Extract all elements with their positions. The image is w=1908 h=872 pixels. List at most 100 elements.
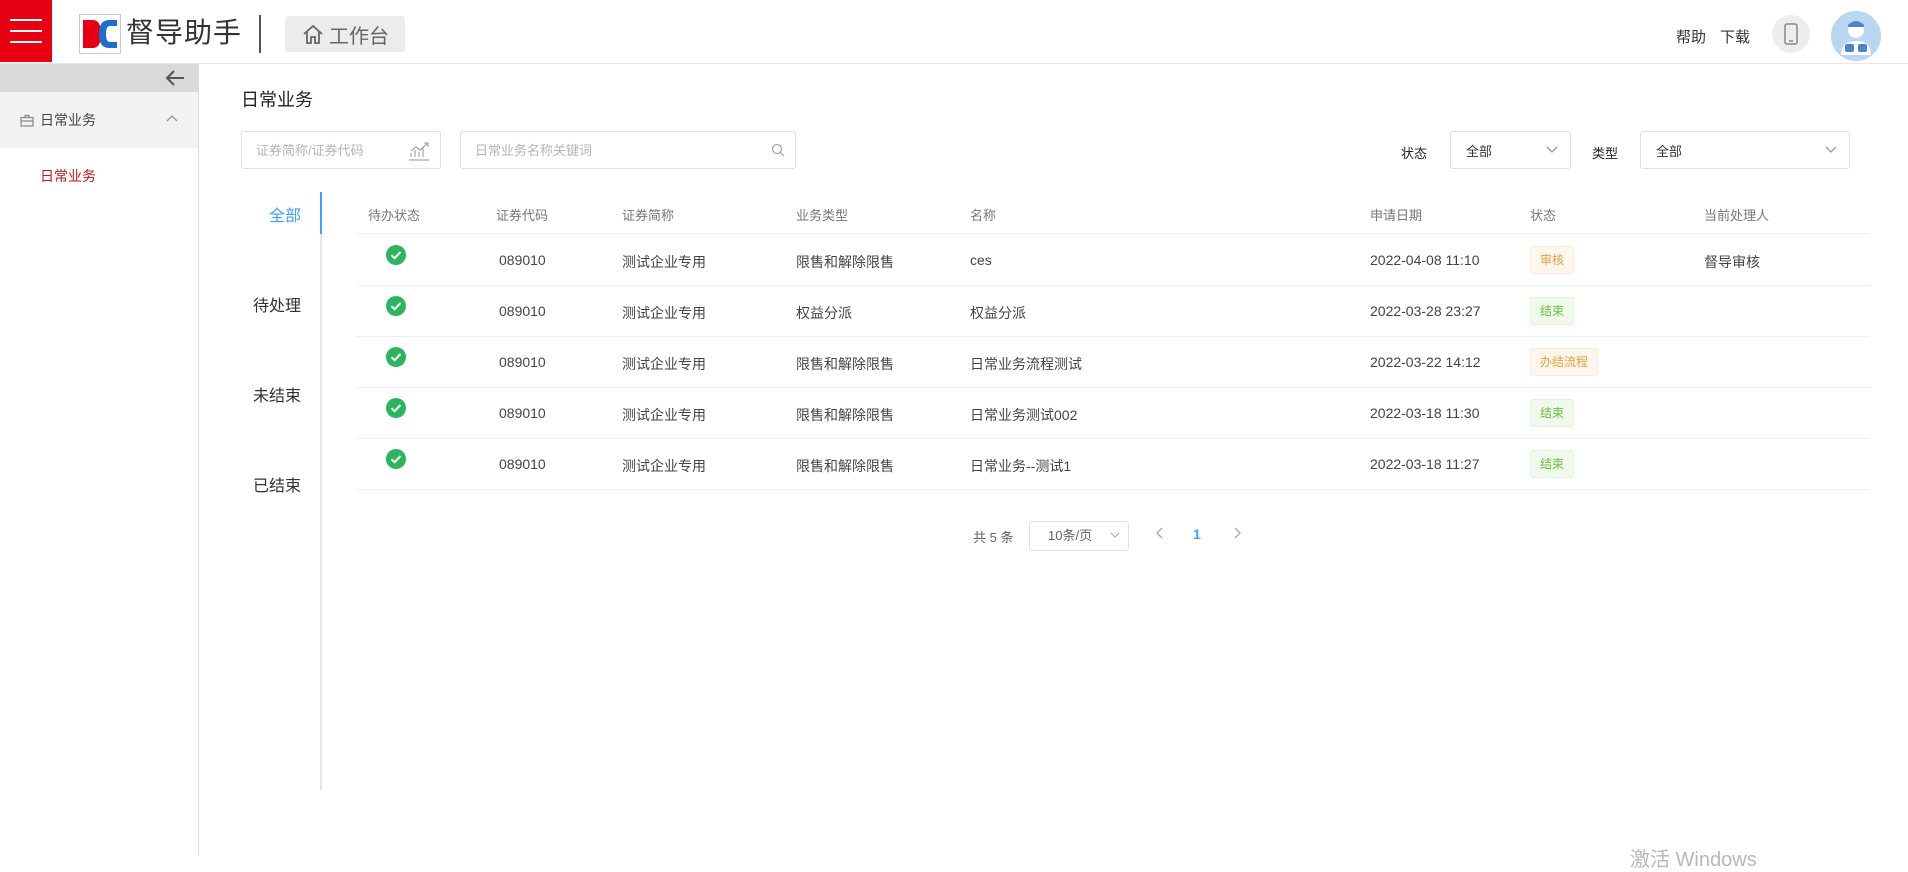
cell-name[interactable]: 日常业务流程测试	[970, 354, 1082, 374]
cell-apply-date: 2022-03-18 11:30	[1370, 405, 1480, 421]
sidebar-item-daily-business[interactable]: 日常业务	[40, 166, 96, 186]
column-header-name[interactable]: 名称	[970, 205, 996, 224]
table-row[interactable]: 089010 测试企业专用 限售和解除限售 日常业务测试002 2022-03-…	[356, 387, 1870, 439]
mobile-button[interactable]	[1772, 15, 1810, 53]
mobile-phone-icon	[1784, 23, 1798, 45]
column-header-status[interactable]: 状态	[1530, 205, 1556, 224]
cell-security-name: 测试企业专用	[622, 356, 706, 372]
column-header-security-code[interactable]: 证券代码	[496, 205, 548, 224]
workbench-button[interactable]: 工作台	[285, 16, 405, 52]
briefcase-icon	[20, 114, 34, 127]
page-size-select[interactable]: 10条/页	[1029, 521, 1129, 551]
menu-line	[10, 30, 42, 32]
check-circle-icon	[386, 398, 406, 418]
cell-apply-date: 2022-03-28 23:27	[1370, 303, 1481, 319]
prev-page-icon[interactable]	[1155, 526, 1165, 540]
column-header-business-type[interactable]: 业务类型	[796, 205, 848, 224]
chevron-up-icon	[166, 115, 178, 122]
table-row[interactable]: 089010 测试企业专用 限售和解除限售 日常业务--测试1 2022-03-…	[356, 438, 1870, 490]
business-name-search-input[interactable]	[461, 132, 795, 168]
cell-security-code: 089010	[499, 456, 546, 472]
check-circle-icon	[386, 449, 406, 469]
table-row[interactable]: 089010 测试企业专用 权益分派 权益分派 2022-03-28 23:27…	[356, 285, 1870, 337]
column-header-security-name[interactable]: 证券简称	[622, 205, 674, 224]
status-badge: 审核	[1530, 246, 1575, 274]
chevron-down-icon	[1110, 532, 1120, 538]
windows-activation-watermark: 激活 Windows	[1630, 849, 1757, 871]
user-avatar-icon	[1831, 11, 1881, 61]
arrow-left-icon[interactable]	[164, 68, 186, 88]
status-filter-label: 状态	[1401, 146, 1428, 161]
chevron-down-icon	[1825, 146, 1837, 153]
cell-business-type: 限售和解除限售	[796, 458, 894, 474]
cell-name[interactable]: 日常业务测试002	[970, 405, 1077, 425]
tabs-divider	[320, 192, 322, 790]
security-search-field[interactable]	[241, 131, 441, 169]
cell-name[interactable]: 权益分派	[970, 303, 1026, 323]
top-header: 督导助手 工作台 帮助 下载	[0, 0, 1908, 64]
cell-business-type: 限售和解除限售	[796, 254, 894, 270]
search-icon[interactable]	[771, 143, 785, 157]
cell-apply-date: 2022-03-22 14:12	[1370, 354, 1481, 370]
menu-toggle-button[interactable]	[0, 0, 52, 62]
page-size-value: 10条/页	[1048, 528, 1093, 543]
status-badge: 结束	[1530, 297, 1575, 325]
sidebar-collapse-bar[interactable]	[0, 64, 198, 92]
cell-security-name: 测试企业专用	[622, 254, 706, 270]
type-filter-value: 全部	[1656, 143, 1683, 159]
home-icon	[303, 24, 323, 44]
sidebar-group-daily-business[interactable]: 日常业务	[0, 92, 198, 148]
page-title: 日常业务	[241, 90, 313, 110]
app-logo-icon	[79, 14, 121, 54]
column-header-apply-date[interactable]: 申请日期	[1370, 205, 1422, 224]
cell-business-type: 限售和解除限售	[796, 407, 894, 423]
type-filter-label: 类型	[1592, 146, 1619, 161]
cell-security-code: 089010	[499, 405, 546, 421]
column-header-handler[interactable]: 当前处理人	[1704, 205, 1769, 224]
help-link[interactable]: 帮助	[1676, 26, 1706, 47]
menu-line	[10, 41, 42, 43]
status-badge: 结束	[1530, 399, 1575, 427]
user-avatar[interactable]	[1831, 11, 1881, 61]
table-row[interactable]: 089010 测试企业专用 限售和解除限售 ces 2022-04-08 11:…	[356, 234, 1870, 286]
cell-name[interactable]: 日常业务--测试1	[970, 456, 1071, 476]
business-name-search-field[interactable]	[460, 131, 796, 169]
cell-security-name: 测试企业专用	[622, 305, 706, 321]
check-circle-icon	[386, 245, 406, 265]
menu-line	[10, 19, 42, 21]
tab-unfinished[interactable]: 未结束	[211, 382, 301, 406]
status-badge: 办结流程	[1530, 348, 1599, 376]
cell-name[interactable]: ces	[970, 252, 992, 268]
sidebar-group-label: 日常业务	[40, 112, 96, 128]
app-name: 督导助手	[126, 17, 243, 48]
page-number-current[interactable]: 1	[1193, 526, 1201, 542]
tab-finished[interactable]: 已结束	[211, 472, 301, 496]
cell-business-type: 权益分派	[796, 305, 852, 321]
next-page-icon[interactable]	[1232, 526, 1242, 540]
workbench-label: 工作台	[329, 25, 389, 48]
chevron-down-icon	[1546, 146, 1558, 153]
type-filter-select[interactable]: 全部	[1640, 131, 1850, 169]
status-filter-value: 全部	[1466, 143, 1493, 159]
column-header-todo-status[interactable]: 待办状态	[368, 205, 420, 224]
check-circle-icon	[386, 347, 406, 367]
download-link[interactable]: 下载	[1720, 26, 1750, 47]
check-circle-icon	[386, 296, 406, 316]
cell-business-type: 限售和解除限售	[796, 356, 894, 372]
header-divider	[259, 15, 261, 53]
status-filter-select[interactable]: 全部	[1450, 131, 1571, 169]
tab-pending[interactable]: 待处理	[211, 292, 301, 316]
cell-apply-date: 2022-04-08 11:10	[1370, 252, 1480, 268]
cell-security-name: 测试企业专用	[622, 407, 706, 423]
cell-handler: 督导审核	[1704, 254, 1760, 270]
sidebar: 日常业务 日常业务	[0, 64, 199, 856]
status-badge: 结束	[1530, 450, 1575, 478]
cell-security-code: 089010	[499, 252, 546, 268]
cell-security-code: 089010	[499, 354, 546, 370]
tab-all[interactable]: 全部	[211, 202, 301, 226]
cell-security-code: 089010	[499, 303, 546, 319]
cell-security-name: 测试企业专用	[622, 458, 706, 474]
cell-apply-date: 2022-03-18 11:27	[1370, 456, 1480, 472]
chart-icon[interactable]	[408, 141, 430, 161]
table-row[interactable]: 089010 测试企业专用 限售和解除限售 日常业务流程测试 2022-03-2…	[356, 336, 1870, 388]
